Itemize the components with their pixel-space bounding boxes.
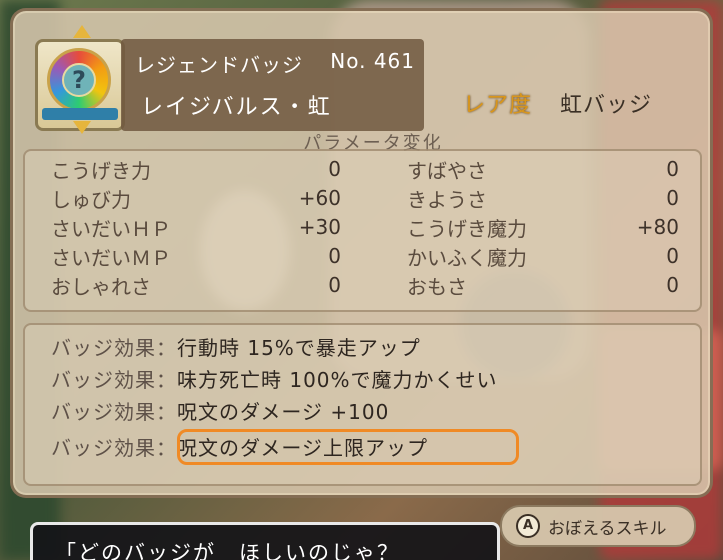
stat-value: +80 xyxy=(636,215,679,239)
stat-name: さいだいＭＰ xyxy=(51,245,171,270)
effect-row: バッジ効果： 呪文のダメージ +100 xyxy=(51,395,389,425)
stat-name: おしゃれさ xyxy=(51,274,151,299)
effect-label: バッジ効果： xyxy=(51,335,177,360)
effect-text: 味方死亡時 100%で魔力かくせい xyxy=(177,367,498,392)
effect-label: バッジ効果： xyxy=(51,435,177,460)
stat-name: おもさ xyxy=(407,274,467,299)
learn-skill-label: おぼえるスキル xyxy=(548,518,667,539)
mystery-rainbow-medal-icon: ? xyxy=(47,48,111,112)
effect-row: バッジ効果： 行動時 15%で暴走アップ xyxy=(51,331,421,361)
stat-row: さいだいＨＰ +30 xyxy=(51,213,341,241)
stat-value: 0 xyxy=(328,273,341,297)
stat-name: すばやさ xyxy=(407,158,487,183)
arrow-down-icon[interactable] xyxy=(73,121,91,134)
stat-name: こうげき力 xyxy=(51,158,151,183)
parameter-stats: こうげき力 0 しゅび力 +60 さいだいＨＰ +30 さいだいＭＰ 0 おしゃ… xyxy=(23,149,702,312)
stat-row: すばやさ 0 xyxy=(407,155,679,183)
question-mark-icon: ? xyxy=(62,63,96,97)
stat-name: しゅび力 xyxy=(51,187,131,212)
badge-category: レジェンドバッジ xyxy=(135,53,303,77)
badge-detail-window: ? レジェンドバッジ No. 461 レイジバルス・虹 レア度 虹バッジ パラメ… xyxy=(10,8,713,498)
effect-label: バッジ効果： xyxy=(51,399,177,424)
rarity: レア度 虹バッジ xyxy=(463,86,693,120)
effect-label: バッジ効果： xyxy=(51,367,177,392)
stat-value: 0 xyxy=(328,244,341,268)
stat-row: しゅび力 +60 xyxy=(51,184,341,212)
stat-name: きようさ xyxy=(407,187,487,212)
badge-name-box: レジェンドバッジ No. 461 レイジバルス・虹 xyxy=(121,39,424,131)
stat-value: +60 xyxy=(298,186,341,210)
badge-icon-frame: ? xyxy=(35,39,125,131)
stat-value: 0 xyxy=(666,273,679,297)
stat-value: 0 xyxy=(666,244,679,268)
badge-name: レイジバルス・虹 xyxy=(141,95,332,120)
stat-value: 0 xyxy=(666,157,679,181)
stat-value: 0 xyxy=(328,157,341,181)
stat-row: さいだいＭＰ 0 xyxy=(51,242,341,270)
effect-text: 呪文のダメージ +100 xyxy=(177,399,390,424)
dialog-box[interactable]: 「どのバッジが ほしいのじゃ？ xyxy=(30,522,500,560)
rarity-value: 虹バッジ xyxy=(560,93,653,118)
effect-highlight-box xyxy=(177,429,519,465)
arrow-up-icon[interactable] xyxy=(73,25,91,38)
badge-number: No. 461 xyxy=(330,49,415,73)
effect-text: 行動時 15%で暴走アップ xyxy=(177,335,421,360)
stat-row: こうげき魔力 +80 xyxy=(407,213,679,241)
a-button-icon: A xyxy=(516,514,540,538)
rarity-label: レア度 xyxy=(463,93,533,118)
effect-row: バッジ効果： 味方死亡時 100%で魔力かくせい xyxy=(51,363,498,393)
stat-row: こうげき力 0 xyxy=(51,155,341,183)
stat-row: おもさ 0 xyxy=(407,271,679,299)
stat-value: 0 xyxy=(666,186,679,210)
stat-name: さいだいＨＰ xyxy=(51,216,171,241)
learn-skill-button[interactable]: A おぼえるスキル xyxy=(500,505,696,547)
stat-row: きようさ 0 xyxy=(407,184,679,212)
stat-name: こうげき魔力 xyxy=(407,216,527,241)
dialog-text: 「どのバッジが ほしいのじゃ？ xyxy=(55,541,400,560)
medal-ribbon xyxy=(42,108,118,120)
badge-effects-list: バッジ効果： 行動時 15%で暴走アップ バッジ効果： 味方死亡時 100%で魔… xyxy=(23,323,702,486)
stat-row: おしゃれさ 0 xyxy=(51,271,341,299)
stat-name: かいふく魔力 xyxy=(407,245,527,270)
stat-row: かいふく魔力 0 xyxy=(407,242,679,270)
stat-value: +30 xyxy=(298,215,341,239)
